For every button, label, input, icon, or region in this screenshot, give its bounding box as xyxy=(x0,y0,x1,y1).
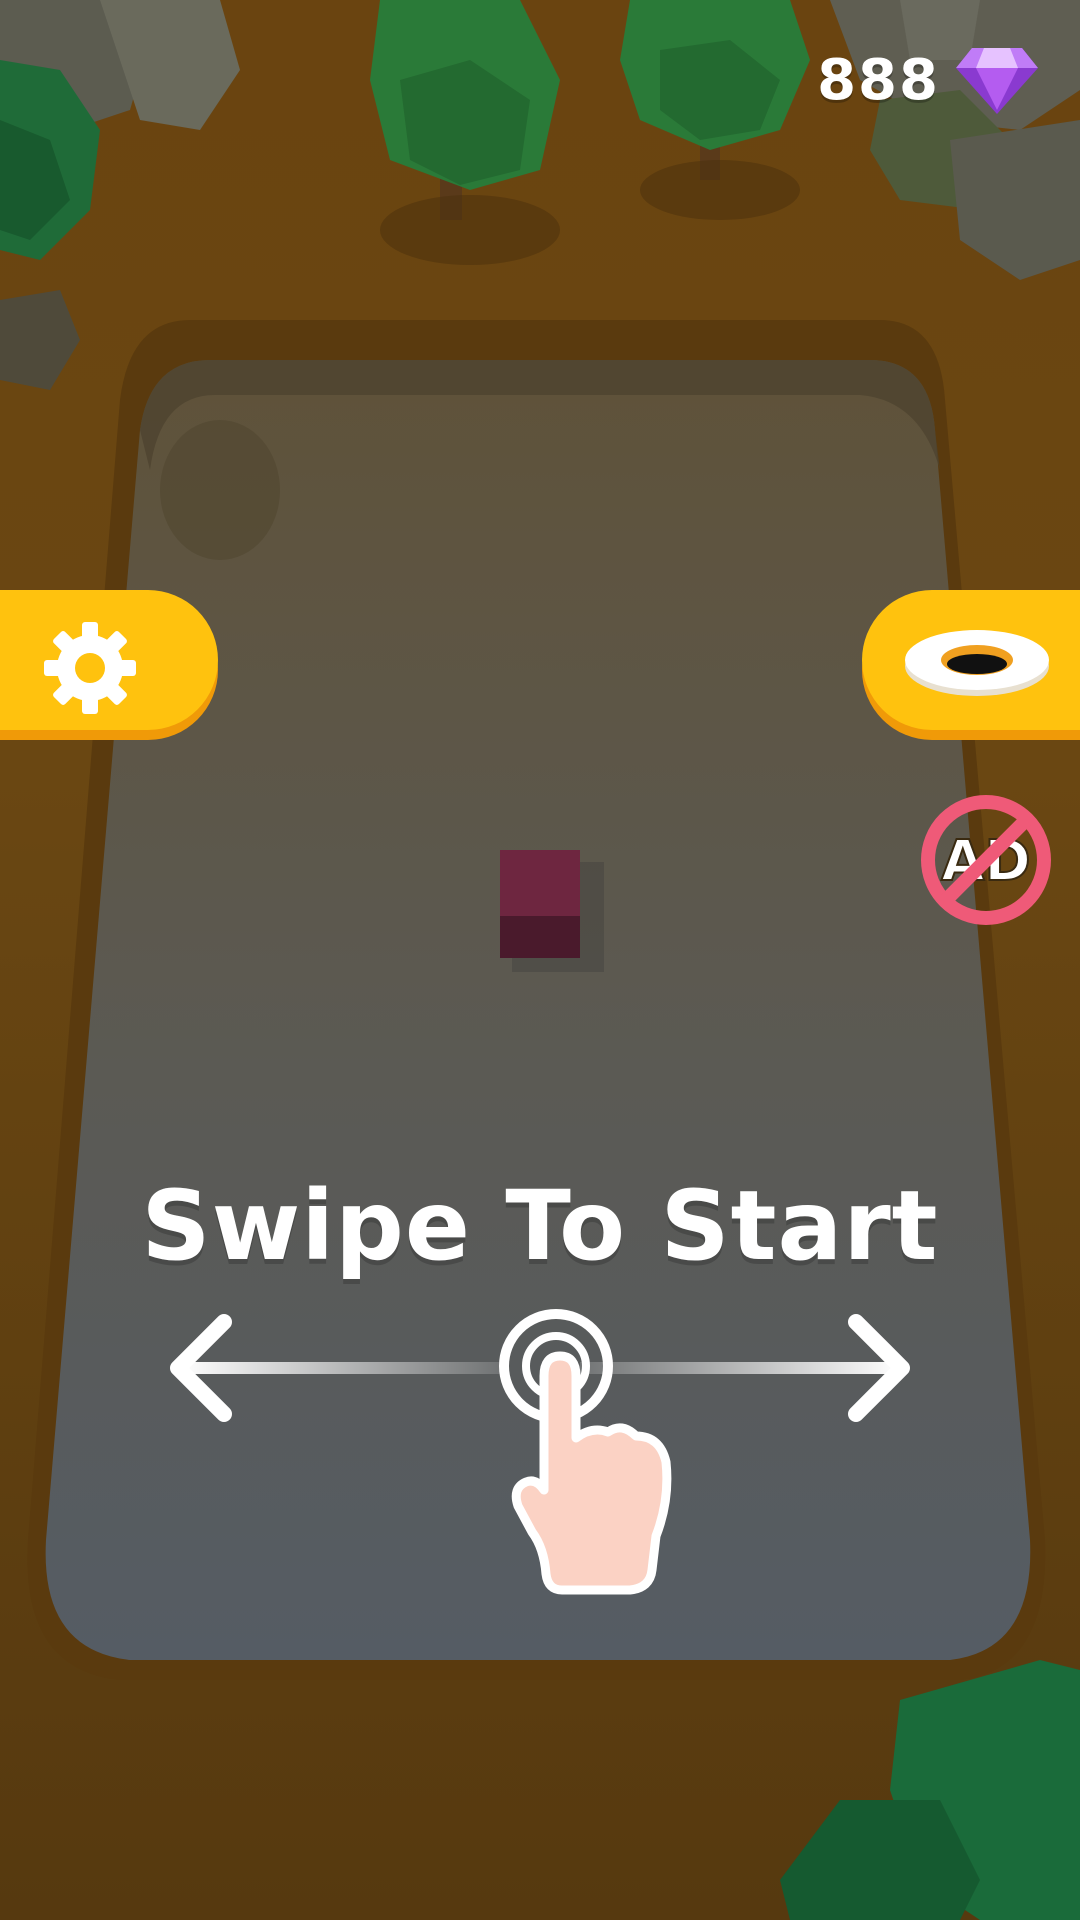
arrow-bar-left xyxy=(180,1362,500,1374)
swipe-tutorial xyxy=(170,1309,910,1595)
gear-icon xyxy=(44,622,136,714)
tap-hand-icon xyxy=(499,1309,672,1595)
player-block xyxy=(500,850,604,972)
no-ads-icon: AD xyxy=(921,795,1051,925)
arrow-bar-right xyxy=(580,1362,900,1374)
game-scene xyxy=(0,0,1080,1920)
settings-button[interactable] xyxy=(0,590,218,730)
gem-counter: 888 xyxy=(817,40,1040,120)
skins-button[interactable] xyxy=(862,590,1080,730)
gem-count: 888 xyxy=(817,47,940,113)
hole-ring-icon xyxy=(905,630,1049,696)
swipe-to-start-text: Swipe To Start xyxy=(141,1170,939,1282)
rock-shadow xyxy=(160,420,280,560)
no-ads-button[interactable]: AD xyxy=(918,792,1054,928)
diamond-icon xyxy=(956,48,1038,114)
